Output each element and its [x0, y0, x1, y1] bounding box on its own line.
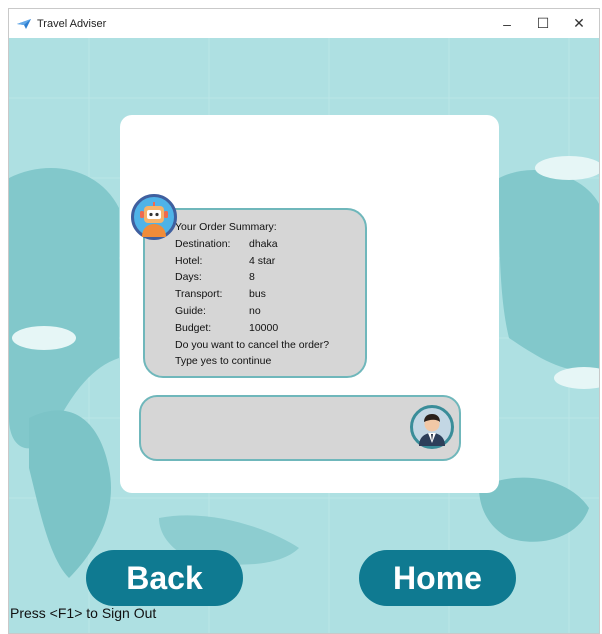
continue-prompt: Type yes to continue [175, 355, 272, 368]
budget-label: Budget: [175, 321, 212, 334]
days-label: Days: [175, 271, 202, 284]
budget-row: Budget: 10000 [175, 320, 329, 337]
transport-value: bus [249, 288, 266, 301]
home-button[interactable]: Home [359, 550, 516, 606]
destination-row: Destination: dhaka [175, 236, 329, 253]
guide-value: no [249, 304, 261, 317]
guide-label: Guide: [175, 304, 206, 317]
window-title: Travel Adviser [37, 17, 107, 30]
back-button[interactable]: Back [86, 550, 243, 606]
transport-row: Transport: bus [175, 286, 329, 303]
destination-label: Destination: [175, 237, 231, 250]
destination-value: dhaka [249, 237, 278, 250]
bot-message: Your Order Summary: Destination: dhaka H… [175, 219, 329, 370]
budget-value: 10000 [249, 321, 279, 334]
order-summary-heading: Your Order Summary: [175, 221, 277, 233]
cancel-question: Do you want to cancel the order? [175, 338, 330, 351]
hotel-row: Hotel: 4 star [175, 253, 329, 270]
bot-avatar-icon [131, 194, 177, 240]
paper-plane-icon [17, 17, 31, 31]
user-avatar-icon [410, 405, 454, 449]
maximize-button[interactable]: ☐ [525, 9, 561, 38]
guide-row: Guide: no [175, 303, 329, 320]
hotel-label: Hotel: [175, 254, 203, 267]
transport-label: Transport: [175, 288, 223, 301]
days-value: 8 [249, 271, 255, 284]
days-row: Days: 8 [175, 269, 329, 286]
hotel-value: 4 star [249, 254, 276, 267]
minimize-button[interactable]: – [489, 9, 525, 38]
title-bar: Travel Adviser – ☐ ✕ [9, 9, 599, 39]
sign-out-hint: Press <F1> to Sign Out [10, 605, 157, 621]
close-button[interactable]: ✕ [561, 9, 597, 38]
